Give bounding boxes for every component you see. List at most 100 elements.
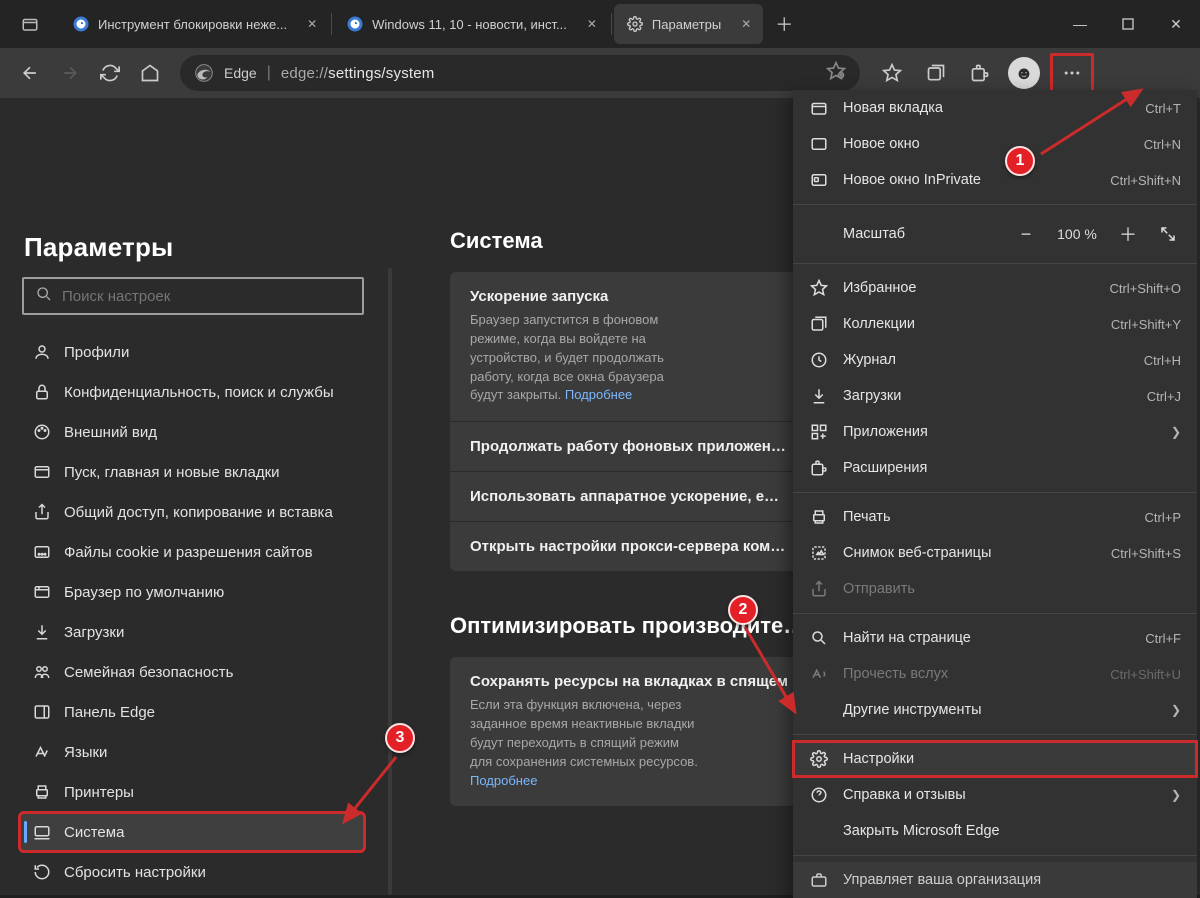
maximize-button[interactable] xyxy=(1104,0,1152,48)
menu-label: Настройки xyxy=(843,751,914,767)
app-menu-button[interactable] xyxy=(1050,53,1094,93)
forward-button[interactable] xyxy=(52,55,88,91)
refresh-button[interactable] xyxy=(92,55,128,91)
chevron-right-icon: ❯ xyxy=(1171,425,1181,439)
close-window-button[interactable]: ✕ xyxy=(1152,0,1200,48)
nav-system[interactable]: Система xyxy=(20,813,364,851)
menu-more-tools[interactable]: Другие инструменты❯ xyxy=(793,692,1197,728)
menu-zoom: Масштаб − 100 % ＋ xyxy=(793,211,1197,257)
browser-tab[interactable]: Windows 11, 10 - новости, инст... ✕ xyxy=(334,4,609,44)
menu-settings[interactable]: Настройки xyxy=(793,741,1197,777)
title-bar: Инструмент блокировки неже... ✕ Windows … xyxy=(0,0,1200,48)
url-input[interactable]: Edge | edge://settings/system xyxy=(180,55,860,91)
menu-label: Приложения xyxy=(843,424,928,440)
tab-title: Инструмент блокировки неже... xyxy=(98,17,287,32)
menu-apps[interactable]: Приложения ❯ xyxy=(793,414,1197,450)
shortcut: Ctrl+P xyxy=(1145,510,1181,525)
fullscreen-button[interactable] xyxy=(1151,217,1185,251)
edge-logo-icon xyxy=(194,63,214,83)
menu-separator xyxy=(793,613,1197,614)
nav-downloads[interactable]: Загрузки xyxy=(20,613,364,651)
nav-profiles[interactable]: Профили xyxy=(20,333,364,371)
close-tab-icon[interactable]: ✕ xyxy=(741,17,751,31)
download-icon xyxy=(32,622,52,642)
gear-icon xyxy=(809,749,829,769)
nav-cookies[interactable]: Файлы cookie и разрешения сайтов xyxy=(20,533,364,571)
nav-label: Загрузки xyxy=(64,624,124,641)
shortcut: Ctrl+Shift+Y xyxy=(1111,317,1181,332)
menu-find[interactable]: Найти на страницеCtrl+F xyxy=(793,620,1197,656)
favicon-g-icon xyxy=(346,15,364,33)
menu-downloads[interactable]: ЗагрузкиCtrl+J xyxy=(793,378,1197,414)
tab-title: Параметры xyxy=(652,17,721,32)
shortcut: Ctrl+F xyxy=(1145,631,1181,646)
window-controls: ― ✕ xyxy=(1056,0,1200,48)
menu-label: Избранное xyxy=(843,280,916,296)
settings-nav: Профили Конфиденциальность, поиск и служ… xyxy=(18,333,364,891)
back-button[interactable] xyxy=(12,55,48,91)
nav-label: Конфиденциальность, поиск и службы xyxy=(64,384,334,401)
nav-reset[interactable]: Сбросить настройки xyxy=(20,853,364,891)
app-menu: Новая вкладкаCtrl+T Новое окно Ctrl+N Нов… xyxy=(793,90,1197,898)
browser-tab[interactable]: Инструмент блокировки неже... ✕ xyxy=(60,4,329,44)
menu-managed-by-org[interactable]: Управляет ваша организация xyxy=(793,862,1197,898)
shortcut: Ctrl+N xyxy=(1144,137,1181,152)
nav-label: Панель Edge xyxy=(64,704,155,721)
tab-title: Windows 11, 10 - новости, инст... xyxy=(372,17,567,32)
zoom-out-button[interactable]: − xyxy=(1009,217,1043,251)
nav-family[interactable]: Семейная безопасность xyxy=(20,653,364,691)
favorites-icon[interactable] xyxy=(872,53,912,93)
collections-icon[interactable] xyxy=(916,53,956,93)
menu-help[interactable]: Справка и отзывы❯ xyxy=(793,777,1197,813)
search-input[interactable] xyxy=(62,288,350,305)
menu-history[interactable]: ЖурналCtrl+H xyxy=(793,342,1197,378)
menu-close-edge[interactable]: Закрыть Microsoft Edge xyxy=(793,813,1197,849)
system-icon xyxy=(32,822,52,842)
browser-tab-active[interactable]: Параметры ✕ xyxy=(614,4,763,44)
row-desc: Браузер запустится в фоновом режиме, ког… xyxy=(470,311,700,405)
add-favorite-icon[interactable] xyxy=(826,61,846,86)
inprivate-icon xyxy=(809,170,829,190)
nav-printers[interactable]: Принтеры xyxy=(20,773,364,811)
menu-print[interactable]: ПечатьCtrl+P xyxy=(793,499,1197,535)
learn-more-link[interactable]: Подробнее xyxy=(565,387,632,402)
language-icon xyxy=(32,742,52,762)
nav-edge-bar[interactable]: Панель Edge xyxy=(20,693,364,731)
close-tab-icon[interactable]: ✕ xyxy=(587,17,597,31)
nav-label: Профили xyxy=(64,344,129,361)
menu-web-capture[interactable]: Снимок веб-страницыCtrl+Shift+S xyxy=(793,535,1197,571)
new-tab-button[interactable]: ＋ xyxy=(767,7,801,41)
menu-new-tab[interactable]: Новая вкладкаCtrl+T xyxy=(793,90,1197,126)
tabs-overview-icon[interactable] xyxy=(18,12,42,36)
nav-appearance[interactable]: Внешний вид xyxy=(20,413,364,451)
settings-search[interactable] xyxy=(22,277,364,315)
menu-read-aloud: Прочесть вслухCtrl+Shift+U xyxy=(793,656,1197,692)
help-icon xyxy=(809,785,829,805)
shortcut: Ctrl+T xyxy=(1145,101,1181,116)
reset-icon xyxy=(32,862,52,882)
nav-default-browser[interactable]: Браузер по умолчанию xyxy=(20,573,364,611)
menu-label: Новое окно xyxy=(843,136,920,152)
nav-privacy[interactable]: Конфиденциальность, поиск и службы xyxy=(20,373,364,411)
menu-new-window[interactable]: Новое окно Ctrl+N xyxy=(793,126,1197,162)
menu-extensions[interactable]: Расширения xyxy=(793,450,1197,486)
nav-languages[interactable]: Языки xyxy=(20,733,364,771)
menu-label: Снимок веб-страницы xyxy=(843,545,991,561)
extension-icon[interactable] xyxy=(960,53,1000,93)
find-icon xyxy=(809,628,829,648)
profile-avatar[interactable]: ☻ xyxy=(1004,53,1044,93)
menu-collections[interactable]: КоллекцииCtrl+Shift+Y xyxy=(793,306,1197,342)
minimize-button[interactable]: ― xyxy=(1056,0,1104,48)
close-tab-icon[interactable]: ✕ xyxy=(307,17,317,31)
nav-share[interactable]: Общий доступ, копирование и вставка xyxy=(20,493,364,531)
share-icon xyxy=(809,579,829,599)
zoom-in-button[interactable]: ＋ xyxy=(1111,217,1145,251)
download-icon xyxy=(809,386,829,406)
learn-more-link[interactable]: Подробнее xyxy=(470,773,537,788)
nav-startup[interactable]: Пуск, главная и новые вкладки xyxy=(20,453,364,491)
home-button[interactable] xyxy=(132,55,168,91)
nav-label: Файлы cookie и разрешения сайтов xyxy=(64,544,313,561)
menu-favorites[interactable]: ИзбранноеCtrl+Shift+O xyxy=(793,270,1197,306)
menu-inprivate[interactable]: Новое окно InPrivateCtrl+Shift+N xyxy=(793,162,1197,198)
favicon-g-icon xyxy=(72,15,90,33)
